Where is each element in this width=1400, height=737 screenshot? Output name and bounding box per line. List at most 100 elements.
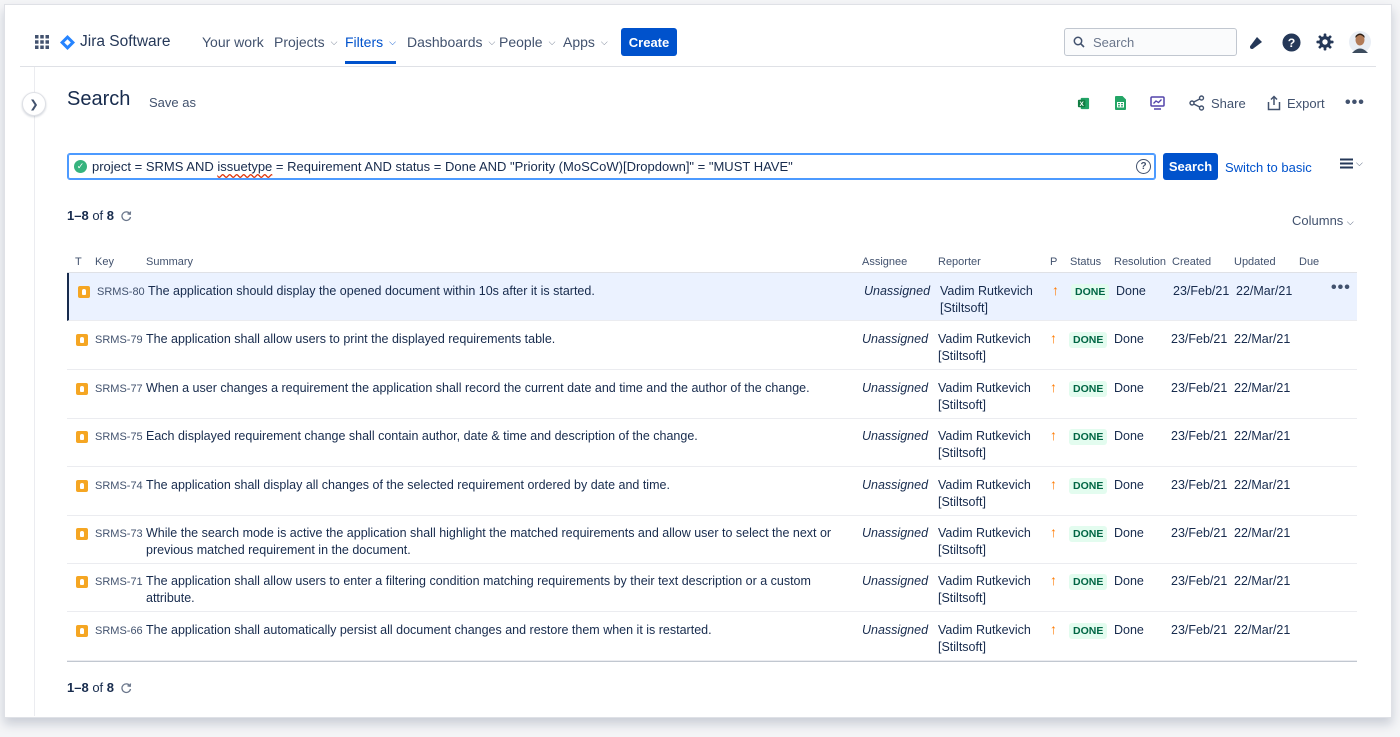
settings-gear-icon[interactable] xyxy=(1314,31,1336,53)
issue-key-link[interactable]: SRMS-73 xyxy=(95,526,143,543)
header-type[interactable]: T xyxy=(75,256,82,268)
chevron-down-icon: ⌵ xyxy=(1356,158,1363,168)
reporter-cell: Vadim Rutkevich [Stiltsoft] xyxy=(938,380,1031,412)
assignee-cell: Unassigned xyxy=(862,526,929,540)
table-row[interactable]: SRMS-77 When a user changes a requirement… xyxy=(67,370,1357,419)
created-cell: 23/Feb/21 xyxy=(1171,332,1228,347)
columns-button[interactable]: Columns ⌵ xyxy=(1292,213,1354,228)
expand-sidebar-button[interactable]: ❯ xyxy=(22,92,46,116)
issue-summary-link[interactable]: The application shall allow users to pri… xyxy=(146,331,851,348)
share-label: Share xyxy=(1211,95,1246,111)
save-as-button[interactable]: Save as xyxy=(149,95,196,110)
table-row[interactable]: SRMS-75 Each displayed requirement change… xyxy=(67,418,1357,468)
help-icon[interactable]: ? xyxy=(1280,31,1302,53)
requirement-type-icon xyxy=(76,624,88,637)
more-actions-icon[interactable]: ••• xyxy=(1345,92,1365,114)
issue-key-link[interactable]: SRMS-77 xyxy=(95,381,143,398)
create-button[interactable]: Create xyxy=(621,28,677,56)
updated-cell: 22/Mar/21 xyxy=(1234,429,1291,444)
nav-apps[interactable]: Apps ⌵ xyxy=(563,20,608,64)
assignee-cell: Unassigned xyxy=(862,332,929,347)
view-switcher[interactable]: ⌵ xyxy=(1340,158,1363,169)
share-icon xyxy=(1189,95,1205,111)
status-badge: DONE xyxy=(1069,429,1108,446)
reporter-cell: Vadim Rutkevich [Stiltsoft] xyxy=(938,526,1031,557)
issue-summary-link[interactable]: When a user changes a requirement the ap… xyxy=(146,380,851,397)
refresh-icon[interactable] xyxy=(120,682,132,694)
header-assignee[interactable]: Assignee xyxy=(862,256,907,268)
created-cell: 23/Feb/21 xyxy=(1171,380,1228,395)
export-icon xyxy=(1267,95,1281,111)
issue-summary-link[interactable]: The application shall display all change… xyxy=(146,477,851,494)
result-of: of xyxy=(92,208,104,223)
reporter-cell: Vadim Rutkevich [Stiltsoft] xyxy=(938,332,1031,364)
result-count-bottom: 1–8 of 8 xyxy=(67,680,132,695)
chevron-down-icon: ⌵ xyxy=(1346,217,1354,227)
global-search[interactable] xyxy=(1064,28,1237,56)
app-switcher-icon[interactable] xyxy=(34,20,50,64)
reporter-cell: Vadim Rutkevich [Stiltsoft] xyxy=(940,284,1033,315)
resolution-cell: Done xyxy=(1114,574,1144,589)
list-view-icon xyxy=(1340,158,1353,169)
chart-report-icon[interactable] xyxy=(1148,92,1166,114)
issue-summary-link[interactable]: Each displayed requirement change shall … xyxy=(146,428,851,445)
jira-logo[interactable]: Jira Software xyxy=(60,20,170,64)
nav-your-work[interactable]: Your work xyxy=(202,20,264,64)
priority-high-icon: ↑ xyxy=(1050,620,1057,637)
nav-dashboards[interactable]: Dashboards ⌵ xyxy=(407,20,495,64)
issue-summary-link[interactable]: The application shall allow users to ent… xyxy=(146,573,851,607)
switch-to-basic-link[interactable]: Switch to basic xyxy=(1225,160,1312,175)
assignee-cell: Unassigned xyxy=(864,284,931,298)
header-summary[interactable]: Summary xyxy=(146,256,193,268)
nav-label: Dashboards xyxy=(407,34,483,50)
header-due[interactable]: Due xyxy=(1299,256,1319,268)
table-row[interactable]: SRMS-80 The application should display th… xyxy=(67,273,1357,321)
table-row[interactable]: SRMS-71 The application shall allow users… xyxy=(67,563,1357,613)
issue-summary-link[interactable]: The application should display the opene… xyxy=(148,283,853,300)
share-button[interactable]: Share xyxy=(1189,92,1246,114)
result-total: 8 xyxy=(106,680,115,695)
header-key[interactable]: Key xyxy=(95,256,114,268)
nav-projects[interactable]: Projects ⌵ xyxy=(274,20,337,64)
resolution-cell: Done xyxy=(1114,429,1144,444)
header-resolution[interactable]: Resolution xyxy=(1114,256,1166,268)
user-avatar[interactable] xyxy=(1348,30,1372,54)
result-count: 1–8 of 8 xyxy=(67,208,132,223)
priority-high-icon: ↑ xyxy=(1050,427,1057,444)
table-row[interactable]: SRMS-73 While the search mode is active t… xyxy=(67,515,1357,564)
table-row[interactable]: SRMS-74 The application shall display all… xyxy=(67,467,1357,516)
search-input[interactable] xyxy=(1091,33,1225,51)
table-row[interactable]: SRMS-79 The application shall allow users… xyxy=(67,321,1357,371)
chevron-down-icon: ⌵ xyxy=(600,36,608,47)
nav-label: Projects xyxy=(274,34,325,50)
row-actions-icon[interactable]: ••• xyxy=(1331,279,1351,296)
columns-label: Columns xyxy=(1292,213,1344,228)
refresh-icon[interactable] xyxy=(120,210,132,222)
export-button[interactable]: Export xyxy=(1267,92,1325,114)
run-search-button[interactable]: Search xyxy=(1163,153,1218,180)
table-row[interactable]: SRMS-66 The application shall automatical… xyxy=(67,612,1357,661)
issue-key-link[interactable]: SRMS-66 xyxy=(95,623,143,640)
excel-export-icon[interactable]: X xyxy=(1075,92,1091,114)
nav-filters[interactable]: Filters ⌵ xyxy=(345,20,396,64)
issue-summary-link[interactable]: While the search mode is active the appl… xyxy=(146,525,851,559)
nav-people[interactable]: People ⌵ xyxy=(499,20,555,64)
query-help-icon[interactable]: ? xyxy=(1136,159,1151,174)
header-updated[interactable]: Updated xyxy=(1234,256,1276,268)
jql-query-input[interactable]: ✓ project = SRMS AND issuetype = Require… xyxy=(67,153,1156,180)
header-created[interactable]: Created xyxy=(1172,256,1211,268)
notifications-icon[interactable] xyxy=(1245,32,1267,54)
header-priority[interactable]: P xyxy=(1050,256,1057,268)
google-sheets-icon[interactable] xyxy=(1112,92,1128,114)
issue-key-link[interactable]: SRMS-80 xyxy=(97,284,145,301)
issue-summary-link[interactable]: The application shall automatically pers… xyxy=(146,622,851,639)
header-reporter[interactable]: Reporter xyxy=(938,256,981,268)
issue-key-link[interactable]: SRMS-79 xyxy=(95,332,143,349)
issue-key-link[interactable]: SRMS-71 xyxy=(95,574,143,591)
requirement-type-icon xyxy=(76,528,88,540)
reporter-cell: Vadim Rutkevich [Stiltsoft] xyxy=(938,574,1031,606)
issue-key-link[interactable]: SRMS-74 xyxy=(95,478,143,495)
requirement-type-icon xyxy=(76,382,88,395)
header-status[interactable]: Status xyxy=(1070,256,1101,268)
issue-key-link[interactable]: SRMS-75 xyxy=(95,429,143,446)
